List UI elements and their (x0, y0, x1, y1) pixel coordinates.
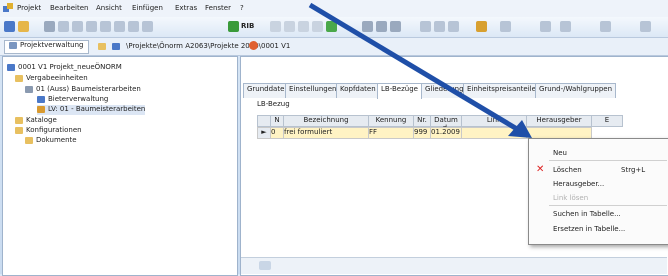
arrow-annotation (308, 2, 532, 138)
arrow-head-icon (508, 120, 532, 138)
arrow-shaft (308, 2, 524, 135)
